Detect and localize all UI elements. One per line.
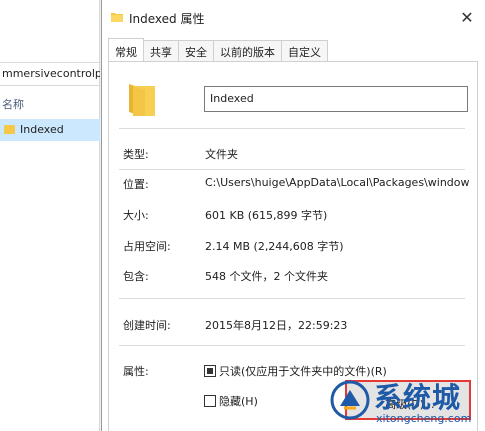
- field-label: 类型:: [123, 148, 149, 161]
- field-type: 类型: 文件夹: [109, 146, 479, 162]
- tab-strip: 常规 共享 安全 以前的版本 自定义: [108, 38, 328, 62]
- watermark-domain: xitongcheng.com: [376, 412, 472, 425]
- field-label: 包含:: [123, 270, 149, 283]
- hidden-label: 隐藏(H): [219, 395, 258, 408]
- divider: [119, 128, 465, 129]
- field-value: 548 个文件，2 个文件夹: [205, 270, 328, 283]
- field-contains: 包含: 548 个文件，2 个文件夹: [109, 268, 479, 284]
- hidden-checkbox[interactable]: [204, 395, 216, 407]
- folder-icon: [4, 125, 15, 134]
- folder-icon: [111, 13, 123, 22]
- field-label: 位置:: [123, 178, 149, 191]
- divider: [119, 345, 465, 346]
- dialog-title: Indexed 属性: [129, 12, 205, 26]
- tab-customize[interactable]: 自定义: [281, 40, 328, 61]
- field-value: 2.14 MB (2,244,608 字节): [205, 240, 344, 253]
- watermark-logo: 系统城 xitongcheng.com: [330, 374, 480, 428]
- field-location: 位置: C:\Users\huige\AppData\Local\Package…: [109, 176, 479, 192]
- field-label: 占用空间:: [123, 240, 171, 253]
- close-icon[interactable]: ✕: [454, 5, 480, 31]
- field-size: 大小: 601 KB (615,899 字节): [109, 207, 479, 223]
- field-size-on-disk: 占用空间: 2.14 MB (2,244,608 字节): [109, 238, 479, 254]
- hidden-checkbox-row[interactable]: 隐藏(H): [204, 393, 258, 409]
- attributes-label: 属性:: [123, 365, 149, 378]
- divider: [119, 298, 465, 299]
- explorer-window: mmersivecontrolpa 名称 Indexed: [0, 0, 100, 431]
- watermark-brand: 系统城: [374, 381, 462, 414]
- address-bar[interactable]: mmersivecontrolpa: [0, 62, 100, 86]
- list-item-label: Indexed: [20, 123, 64, 136]
- field-value[interactable]: C:\Users\huige\AppData\Local\Packages\wi…: [205, 176, 471, 189]
- folder-name-input[interactable]: Indexed: [204, 86, 468, 112]
- tab-general[interactable]: 常规: [108, 38, 144, 61]
- address-text: mmersivecontrolpa: [2, 67, 100, 80]
- tab-security[interactable]: 安全: [178, 40, 214, 61]
- column-header-name[interactable]: 名称: [2, 96, 24, 112]
- field-label: 创建时间:: [123, 319, 171, 332]
- readonly-checkbox[interactable]: [204, 365, 216, 377]
- folder-icon: [129, 84, 155, 116]
- brand-mark-icon: [330, 380, 370, 420]
- tab-sharing[interactable]: 共享: [143, 40, 179, 61]
- list-item-indexed[interactable]: Indexed: [0, 119, 100, 141]
- field-created: 创建时间: 2015年8月12日，22:59:23: [109, 317, 479, 333]
- field-value: 文件夹: [205, 148, 238, 161]
- field-label: 大小:: [123, 209, 149, 222]
- divider: [119, 169, 465, 170]
- tab-previous-versions[interactable]: 以前的版本: [213, 40, 282, 61]
- title-bar: Indexed 属性 ✕: [102, 0, 485, 36]
- field-value: 601 KB (615,899 字节): [205, 209, 328, 222]
- field-value: 2015年8月12日，22:59:23: [205, 319, 348, 332]
- properties-dialog: Indexed 属性 ✕ 常规 共享 安全 以前的版本 自定义 Indexed …: [101, 0, 485, 431]
